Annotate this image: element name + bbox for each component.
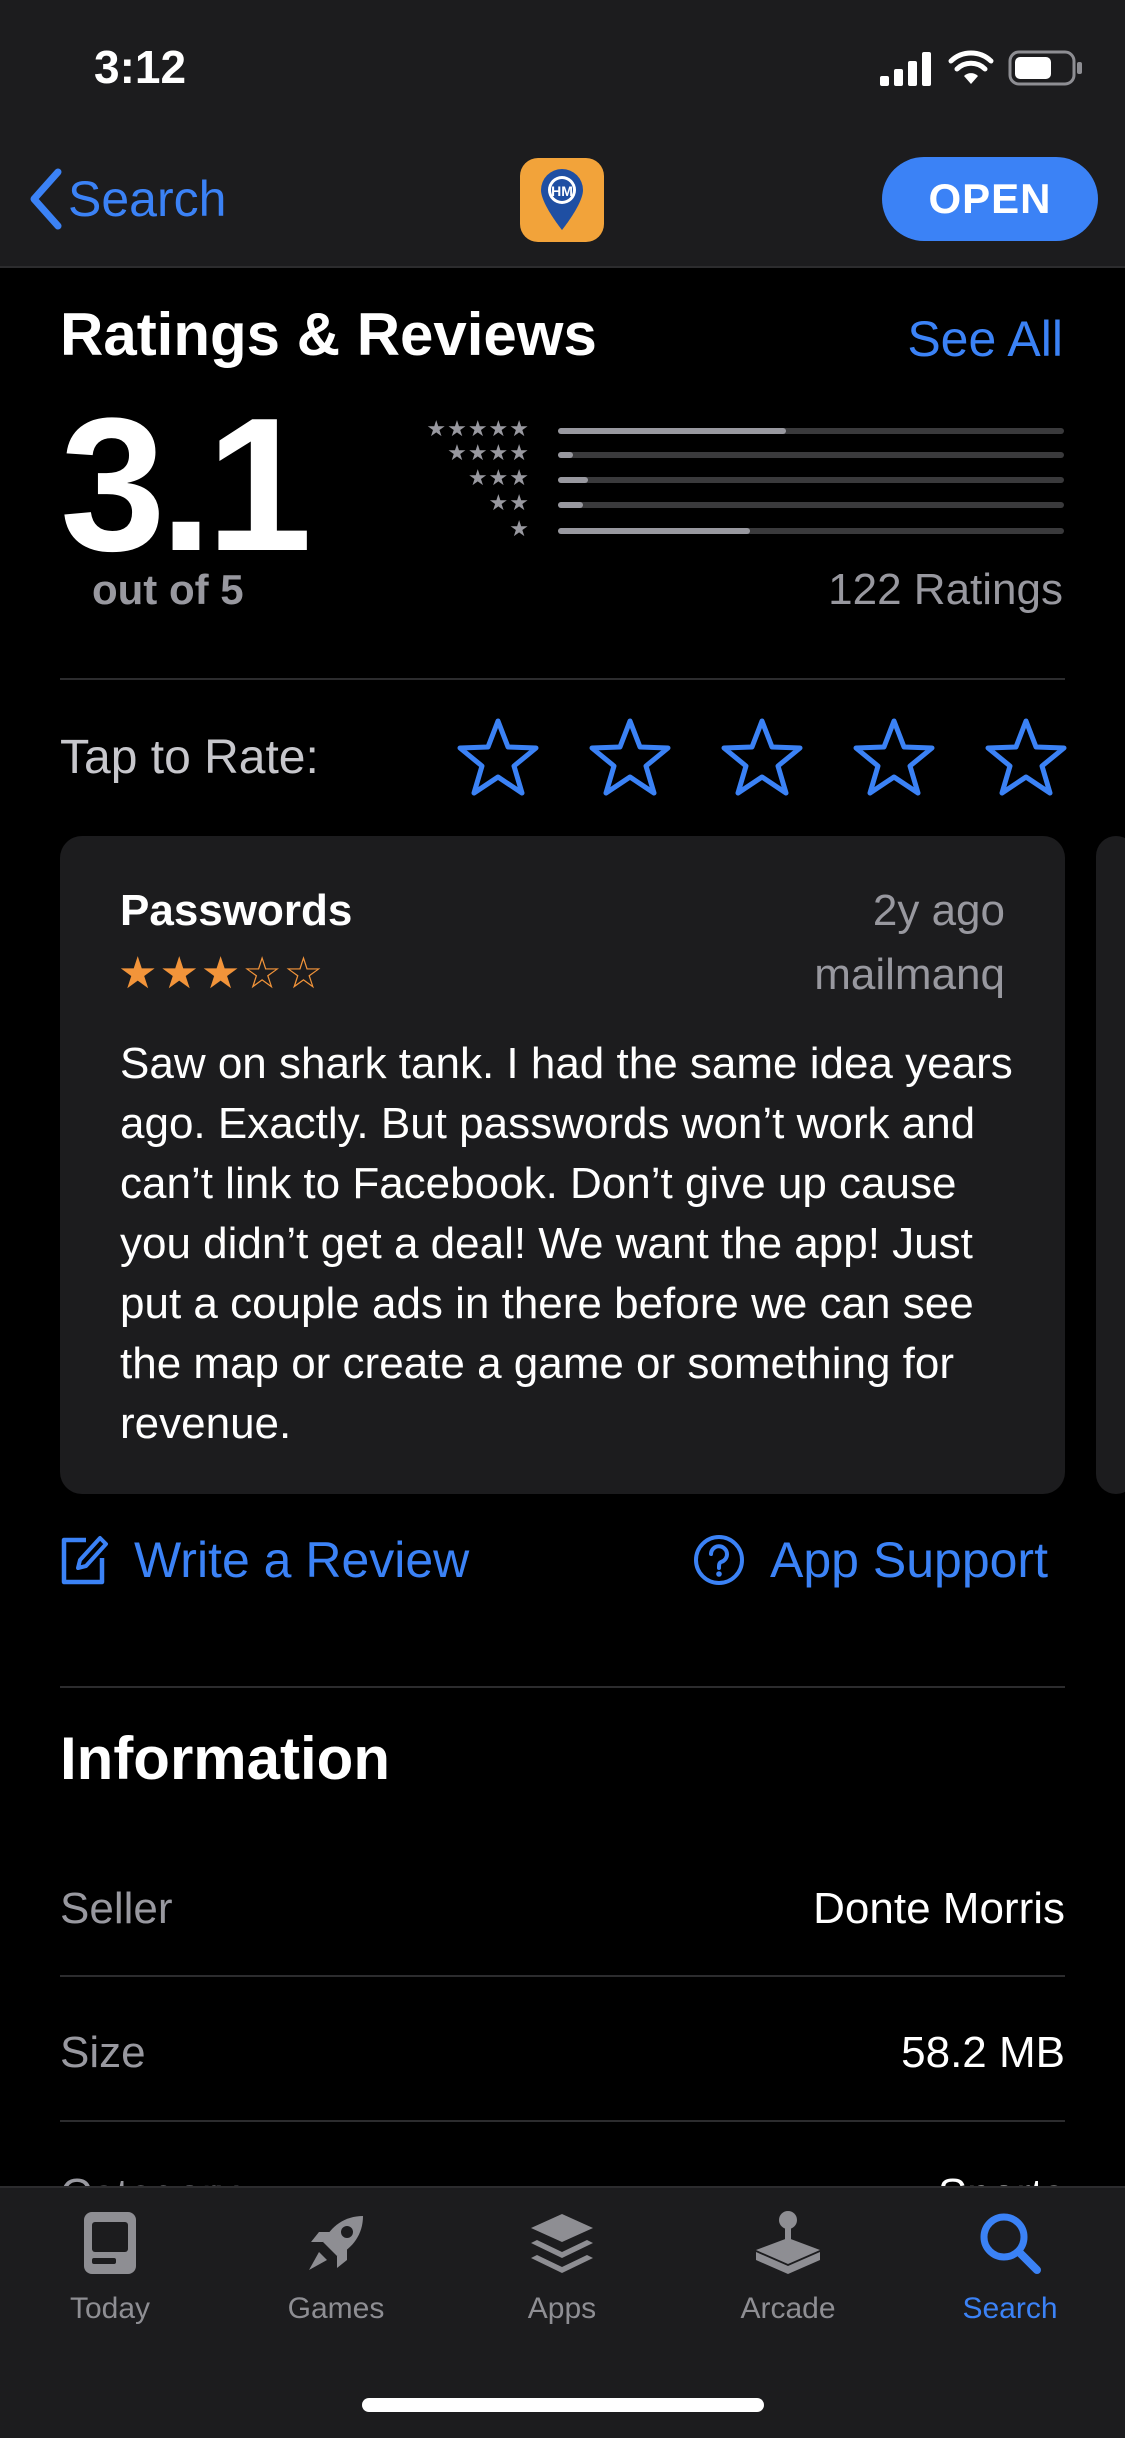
rate-star-5-icon[interactable] [984,715,1068,799]
tab-today[interactable]: Today [20,2208,200,2326]
out-of-label: out of 5 [92,566,244,613]
tap-to-rate-label: Tap to Rate: [60,731,319,784]
layers-icon [531,2214,593,2273]
app-icon: HM [520,158,604,242]
app-icon-text: HM [551,183,573,199]
review-author: mailmanq [814,950,1005,999]
rate-star-4-icon[interactable] [852,715,936,799]
review-date: 2y ago [872,886,1005,935]
tab-apps[interactable]: Apps [472,2208,652,2326]
write-review-label: Write a Review [134,1532,470,1588]
rocket-icon [309,2216,363,2270]
tab-label: Arcade [740,2292,836,2325]
divider [60,1686,1065,1688]
distribution-bar-fill [558,428,786,434]
distribution-bar-fill [558,528,750,534]
ratings-count: 122 Ratings [828,565,1063,614]
battery-icon [1008,50,1082,86]
divider [60,678,1065,680]
distribution-bar-3 [558,477,1064,483]
review-card[interactable]: Passwords 2y ago ★★★☆☆ mailmanq Saw on s… [60,836,1065,1494]
status-bar: 3:12 [0,0,1125,140]
distribution-bar-fill [558,502,583,508]
divider [60,1975,1065,1977]
review-stars: ★★★☆☆ [118,949,326,998]
distribution-stars-5: ★★★★★ [426,416,530,441]
ratings-title: Ratings & Reviews [60,301,597,368]
home-indicator [362,2398,764,2412]
info-label-size: Size [60,2028,146,2077]
open-button[interactable]: OPEN [882,157,1098,241]
tab-search[interactable]: Search [920,2208,1100,2326]
back-button[interactable]: Search [24,164,226,234]
distribution-stars-4: ★★★★ [447,440,530,465]
app-support-button[interactable]: App Support [692,1530,1048,1590]
cellular-signal-icon [880,52,931,86]
search-icon [980,2213,1041,2274]
distribution-bar-fill [558,452,573,458]
review-body: Saw on shark tank. I had the same idea y… [120,1039,1013,1448]
distribution-stars-3: ★★★ [467,465,530,490]
distribution-bar-1 [558,528,1064,534]
next-review-card[interactable] [1096,836,1125,1494]
rate-star-2-icon[interactable] [588,715,672,799]
information-title: Information [60,1725,390,1792]
distribution-bar-4 [558,452,1064,458]
app-support-label: App Support [770,1532,1048,1588]
info-value-seller: Donte Morris [813,1884,1065,1933]
tab-label: Apps [527,2292,597,2325]
info-label-seller: Seller [60,1884,173,1933]
tab-label: Today [69,2292,151,2325]
tab-label: Search [962,2292,1058,2325]
today-icon [84,2212,136,2274]
tab-label: Games [287,2292,385,2325]
review-title: Passwords [120,886,353,935]
back-label: Search [68,171,227,227]
rate-star-1-icon[interactable] [456,715,540,799]
wifi-icon [948,50,994,84]
distribution-bar-fill [558,477,588,483]
see-all-link[interactable]: See All [907,310,1063,368]
distribution-stars-1: ★ [509,516,530,541]
distribution-bar-5 [558,428,1064,434]
joystick-icon [756,2211,820,2274]
tab-arcade[interactable]: Arcade [698,2208,878,2326]
write-review-button[interactable]: Write a Review [58,1530,469,1590]
rate-star-3-icon[interactable] [720,715,804,799]
question-circle-icon [694,1535,744,1585]
info-value-size: 58.2 MB [901,2028,1065,2077]
tab-games[interactable]: Games [246,2208,426,2326]
status-time: 3:12 [94,41,187,93]
compose-icon [61,1536,108,1585]
distribution-stars-2: ★★ [488,490,530,515]
distribution-bar-2 [558,502,1064,508]
map-pin-hm-icon: HM [541,169,583,230]
divider [60,2120,1065,2122]
chevron-left-icon [30,168,62,230]
average-rating: 3.1 [60,379,312,591]
